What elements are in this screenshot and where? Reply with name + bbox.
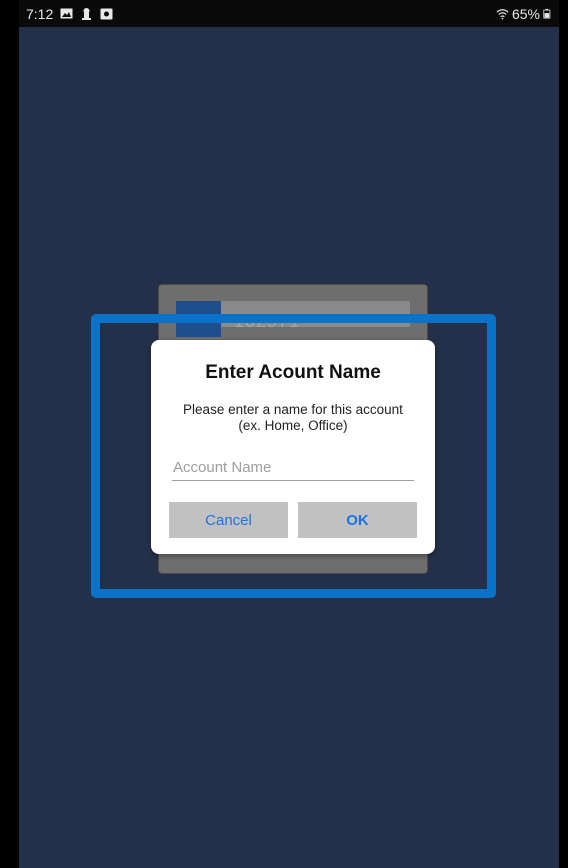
image-icon	[60, 8, 73, 19]
dialog-title: Enter Acount Name	[205, 362, 381, 383]
keyhole-icon	[82, 8, 92, 20]
status-bar: 7:12 65%	[19, 0, 559, 27]
wifi-icon	[496, 9, 509, 20]
ok-button[interactable]: OK	[298, 502, 417, 538]
dialog-message-line1: Please enter a name for this account	[183, 402, 403, 417]
status-right: 65%	[496, 6, 553, 22]
cancel-button[interactable]: Cancel	[169, 502, 288, 538]
status-time: 7:12	[26, 5, 54, 22]
battery-percent: 65%	[511, 5, 540, 22]
account-name-input[interactable]	[172, 457, 414, 481]
status-left: 7:12	[26, 6, 113, 22]
account-name-dialog: Enter Acount Name Please enter a name fo…	[151, 340, 435, 554]
battery-icon	[543, 8, 551, 19]
camera-icon	[100, 8, 113, 20]
dialog-message-line2: (ex. Home, Office)	[238, 418, 348, 433]
dialog-message: Please enter a name for this account (ex…	[161, 402, 425, 434]
app-screen: 7:12 65% 102971 Enter Acount Name Please…	[19, 0, 559, 868]
